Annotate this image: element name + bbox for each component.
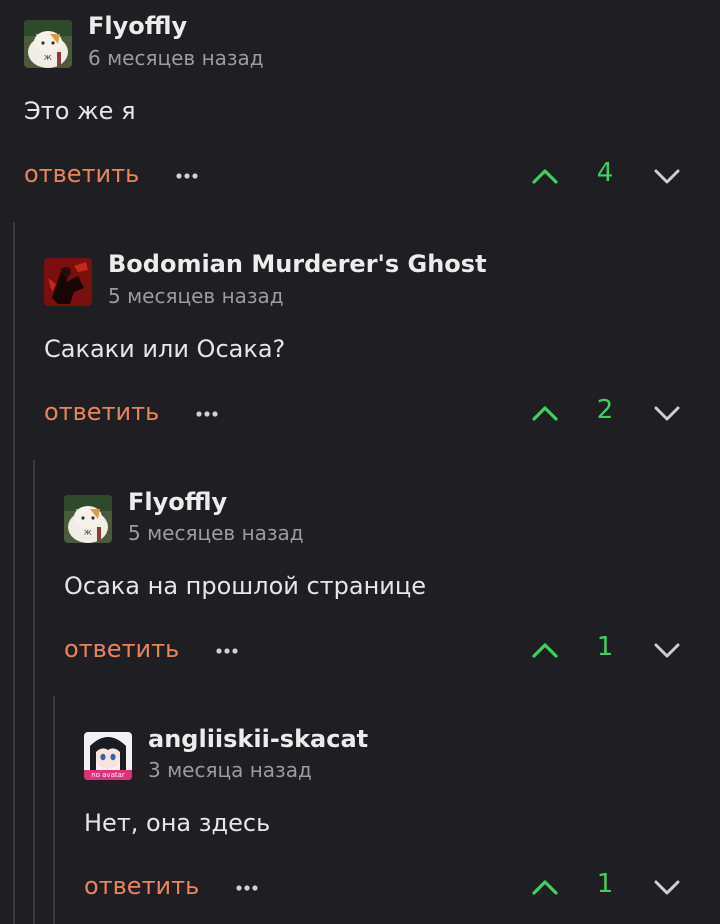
upvote-icon[interactable] (530, 403, 560, 423)
thread-line-level-3 (53, 696, 55, 924)
comment-time: 3 месяца назад (148, 758, 312, 782)
comment-text: Нет, она здесь (84, 809, 271, 837)
more-options-icon[interactable] (194, 404, 224, 424)
comment-text: Осака на прошлой странице (64, 572, 426, 600)
downvote-icon[interactable] (652, 877, 682, 897)
anime-girl-avatar[interactable]: no avatar (84, 732, 132, 780)
downvote-icon[interactable] (652, 166, 682, 186)
cat-avatar-image: Ж (24, 20, 72, 68)
more-options-icon[interactable] (234, 878, 264, 898)
upvote-icon[interactable] (530, 166, 560, 186)
red-figure-avatar-image (44, 258, 92, 306)
reply-button[interactable]: ответить (44, 398, 159, 426)
vote-count: 2 (596, 395, 614, 425)
cat-avatar-image: Ж (64, 495, 112, 543)
reply-button[interactable]: ответить (84, 872, 199, 900)
avatar-caption: no avatar (91, 771, 125, 779)
reply-button[interactable]: ответить (64, 635, 179, 663)
thread-line-level-2 (33, 460, 35, 924)
cat-avatar[interactable]: Ж (24, 20, 72, 68)
vote-count: 1 (596, 632, 614, 662)
vote-count: 1 (596, 869, 614, 899)
svg-text:Ж: Ж (44, 54, 52, 62)
comment-text: Сакаки или Осака? (44, 335, 286, 363)
vote-count: 4 (596, 158, 614, 188)
comment-author[interactable]: Flyoffly (128, 488, 227, 516)
reply-button[interactable]: ответить (24, 160, 139, 188)
red-figure-avatar[interactable] (44, 258, 92, 306)
downvote-icon[interactable] (652, 403, 682, 423)
cat-avatar[interactable]: Ж (64, 495, 112, 543)
comment-author[interactable]: Bodomian Murderer's Ghost (108, 250, 487, 278)
more-options-icon[interactable] (174, 166, 204, 186)
svg-text:Ж: Ж (84, 529, 92, 537)
downvote-icon[interactable] (652, 640, 682, 660)
comment-author[interactable]: Flyoffly (88, 12, 187, 40)
comment-time: 5 месяцев назад (128, 521, 304, 545)
comment-text: Это же я (24, 97, 136, 125)
more-options-icon[interactable] (214, 641, 244, 661)
comment-time: 6 месяцев назад (88, 46, 264, 70)
upvote-icon[interactable] (530, 877, 560, 897)
comment-time: 5 месяцев назад (108, 284, 284, 308)
thread-line-level-1 (13, 222, 15, 924)
comment-author[interactable]: angliiskii-skacat (148, 725, 368, 753)
upvote-icon[interactable] (530, 640, 560, 660)
